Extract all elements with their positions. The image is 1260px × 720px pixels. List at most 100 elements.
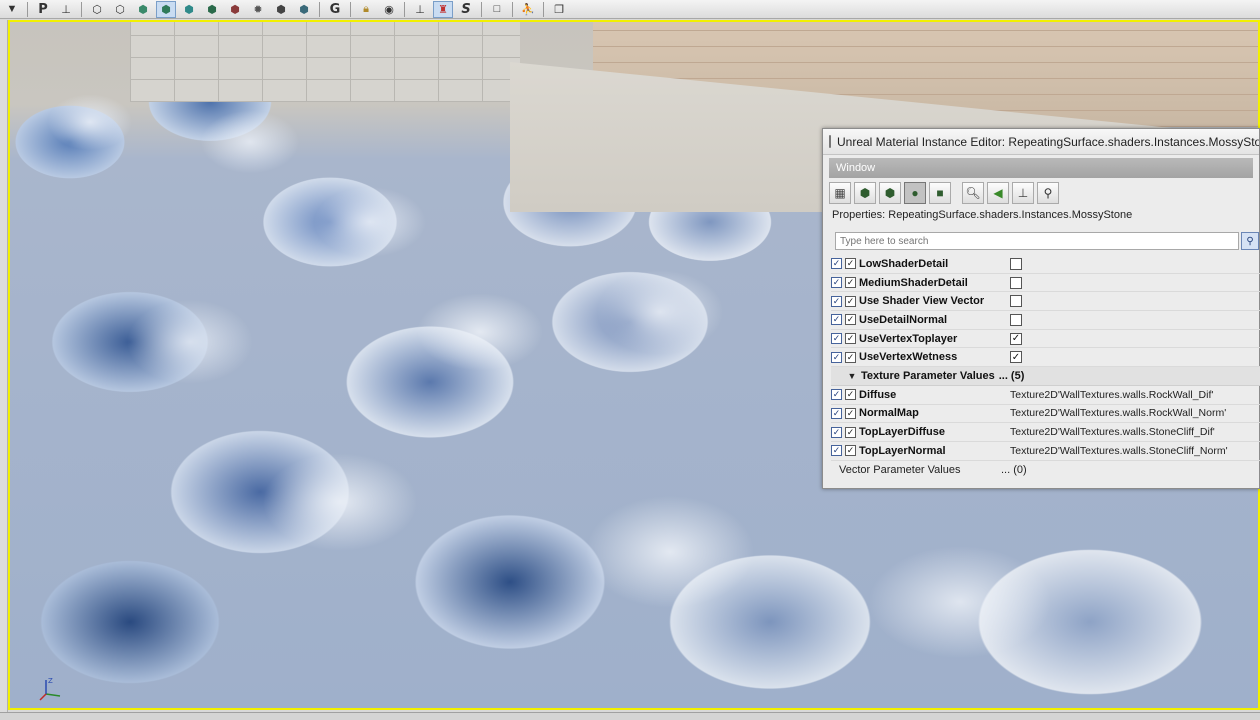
cube-wire-icon: ⬡ — [92, 3, 102, 16]
viewport-toolbar: ▼ P ⊥ ⬡ ⬡ ⬢ ⬢ ⬢ ⬢ ⬢ ✹ ⬢ ⬢ G 🔒︎ ◉ ⊥ ♜ S □… — [0, 0, 1260, 19]
enable-checkbox[interactable]: ✓ — [845, 426, 856, 438]
value-checkbox-checked[interactable]: ✓ — [1010, 332, 1022, 345]
toolbar-separator — [543, 1, 544, 17]
override-checkbox[interactable]: ✓ — [831, 445, 842, 457]
expand-arrow-icon[interactable]: ▼ — [843, 371, 861, 381]
category-name: Vector Parameter Values — [839, 463, 961, 476]
enable-checkbox[interactable]: ✓ — [845, 389, 856, 401]
enable-checkbox[interactable]: ✓ — [845, 258, 856, 270]
back-arrow-icon: ◀ — [993, 186, 1003, 200]
cube-shaded-icon: ⬢ — [184, 3, 194, 16]
cube-dark-icon: ⬢ — [276, 3, 286, 16]
enable-checkbox[interactable]: ✓ — [845, 314, 856, 326]
light-complexity-button[interactable]: ⬢ — [225, 1, 245, 18]
toolbar-separator — [481, 1, 482, 17]
actor-lock-button[interactable]: ♜ — [433, 0, 453, 18]
unreal-app-icon — [829, 135, 831, 148]
texture-value[interactable]: Texture2D'WallTextures.walls.StoneCliff_… — [1010, 426, 1260, 438]
wireframe-button[interactable]: ⬡ — [110, 1, 130, 18]
use-selected-mesh-button[interactable]: ⊥ — [1012, 182, 1034, 204]
enable-checkbox[interactable]: ✓ — [845, 277, 856, 289]
texture-category-header[interactable]: ▼ Texture Parameter Values ... (5) — [831, 367, 1260, 386]
toolbar-separator — [27, 1, 28, 17]
game-view-letter: G — [329, 1, 341, 17]
clear-parameters-button[interactable]: ⚲ — [1037, 182, 1059, 204]
detail-lighting-button[interactable]: ⬢ — [179, 1, 199, 18]
perspective-button[interactable]: P — [33, 1, 53, 18]
override-checkbox[interactable]: ✓ — [831, 389, 842, 401]
search-button[interactable]: ⚲ — [1241, 232, 1259, 250]
cylinder-preview-button[interactable]: ⬢ — [854, 182, 876, 204]
enable-checkbox[interactable]: ✓ — [845, 407, 856, 419]
eye-icon: ◉ — [384, 3, 394, 16]
override-checkbox[interactable]: ✓ — [831, 333, 842, 345]
override-checkbox[interactable]: ✓ — [831, 295, 842, 307]
enable-checkbox[interactable]: ✓ — [845, 333, 856, 345]
lock-viewport-button[interactable]: 🔒︎ — [356, 1, 376, 18]
enable-checkbox[interactable]: ✓ — [845, 445, 856, 457]
texture-value[interactable]: Texture2D'WallTextures.walls.RockWall_No… — [1010, 407, 1260, 419]
cube-textured-icon: ⬢ — [207, 3, 217, 16]
brush-wireframe-button[interactable]: ⬡ — [87, 1, 107, 18]
cube-preview-button[interactable]: ⬢ — [879, 182, 901, 204]
lit-button[interactable]: ⬢ — [156, 0, 176, 18]
category-name: Texture Parameter Values — [861, 369, 995, 382]
texture-density-button[interactable]: ✹ — [248, 1, 268, 18]
enable-checkbox[interactable]: ✓ — [845, 295, 856, 307]
param-row-diffuse: ✓ ✓ Diffuse Texture2D'WallTextures.walls… — [831, 386, 1260, 405]
value-checkbox[interactable] — [1010, 313, 1022, 326]
magnifier-icon: 🔍︎ — [965, 186, 981, 200]
toolbar-separator — [81, 1, 82, 17]
float-viewport-button[interactable]: ❐ — [549, 1, 569, 18]
param-name: TopLayerDiffuse — [859, 426, 945, 439]
filter-icon: ⚲ — [1043, 186, 1053, 200]
param-row-usevertexwetness: ✓ ✓ UseVertexWetness ✓ — [831, 348, 1260, 368]
show-flags-button[interactable]: ◉ — [379, 1, 399, 18]
vector-category-row[interactable]: Vector Parameter Values ... (0) — [831, 461, 1260, 480]
value-checkbox-checked[interactable]: ✓ — [1010, 351, 1022, 364]
override-checkbox[interactable]: ✓ — [831, 277, 842, 289]
stats-button[interactable]: S — [456, 1, 476, 18]
maximize-viewport-button[interactable]: □ — [487, 1, 507, 18]
toolbar-separator — [350, 1, 351, 17]
value-checkbox[interactable] — [1010, 295, 1022, 308]
value-checkbox[interactable] — [1010, 257, 1022, 270]
unreal-editor-screen: ▼ P ⊥ ⬡ ⬡ ⬢ ⬢ ⬢ ⬢ ⬢ ✹ ⬢ ⬢ G 🔒︎ ◉ ⊥ ♜ S □… — [0, 0, 1260, 720]
cube-solid-icon: ⬢ — [138, 3, 148, 16]
menu-window[interactable]: Window — [836, 162, 875, 174]
parameter-list: ✓ ✓ LowShaderDetail ✓ ✓ MediumShaderDeta… — [831, 255, 1260, 479]
override-checkbox[interactable]: ✓ — [831, 426, 842, 438]
param-name: UseVertexToplayer — [859, 332, 958, 345]
texture-value[interactable]: Texture2D'WallTextures.walls.RockWall_Di… — [1010, 389, 1260, 401]
sync-parent-button[interactable]: ◀ — [987, 182, 1009, 204]
override-checkbox[interactable]: ✓ — [831, 407, 842, 419]
texture-value[interactable]: Texture2D'WallTextures.walls.StoneCliff_… — [1010, 445, 1260, 457]
lighting-only-button[interactable]: ⬢ — [202, 1, 222, 18]
properties-title: Properties: RepeatingSurface.shaders.Ins… — [832, 209, 1133, 221]
maximize-icon: □ — [493, 3, 501, 15]
unlit-button[interactable]: ⬢ — [133, 1, 153, 18]
plane-preview-button[interactable]: ■ — [929, 182, 951, 204]
editor-title-bar[interactable]: Unreal Material Instance Editor: Repeati… — [823, 129, 1259, 155]
pivot-button[interactable]: ⊥ — [56, 1, 76, 18]
property-search-input[interactable] — [835, 232, 1240, 250]
user-icon: ⛹ — [521, 3, 535, 16]
search-icon: ⚲ — [1246, 235, 1254, 247]
teapot-icon: ⊥ — [1017, 186, 1029, 200]
toggle-grid-button[interactable]: ▦ — [829, 182, 851, 204]
game-view-button[interactable]: G — [325, 1, 345, 18]
override-checkbox[interactable]: ✓ — [831, 314, 842, 326]
value-checkbox[interactable] — [1010, 276, 1022, 289]
find-in-browser-button[interactable]: 🔍︎ — [962, 182, 984, 204]
camera-button[interactable]: ⊥ — [410, 1, 430, 18]
override-checkbox[interactable]: ✓ — [831, 351, 842, 363]
pilot-actor-button[interactable]: ⛹ — [518, 1, 538, 18]
shader-complexity-button[interactable]: ⬢ — [271, 1, 291, 18]
viewport-options-dropdown[interactable]: ▼ — [2, 1, 22, 18]
param-name: LowShaderDetail — [859, 257, 949, 270]
material-instance-editor-window: Unreal Material Instance Editor: Repeati… — [822, 128, 1260, 489]
override-checkbox[interactable]: ✓ — [831, 258, 842, 270]
sphere-preview-button[interactable]: ● — [904, 182, 926, 204]
enable-checkbox[interactable]: ✓ — [845, 351, 856, 363]
lightmap-density-button[interactable]: ⬢ — [294, 1, 314, 18]
